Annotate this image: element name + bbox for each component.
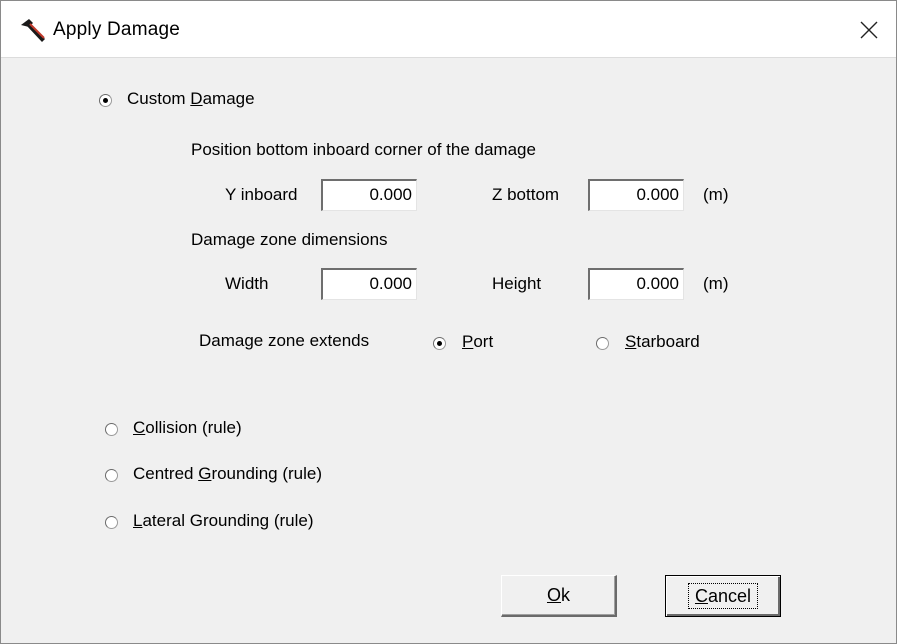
- z-bottom-unit: (m): [703, 185, 729, 204]
- window-title: Apply Damage: [53, 19, 181, 40]
- close-button[interactable]: [852, 13, 886, 47]
- ok-button[interactable]: Ok: [501, 575, 617, 617]
- lateral-grounding-label[interactable]: Lateral Grounding (rule): [133, 511, 314, 531]
- position-heading: Position bottom inboard corner of the da…: [191, 140, 536, 159]
- port-label[interactable]: Port: [462, 332, 493, 352]
- port-radio[interactable]: [433, 337, 446, 350]
- lateral-grounding-radio[interactable]: [105, 516, 118, 529]
- height-label: Height: [492, 274, 542, 293]
- starboard-label[interactable]: Starboard: [625, 332, 700, 352]
- y-inboard-label: Y inboard: [225, 185, 298, 204]
- height-unit: (m): [703, 274, 729, 293]
- cancel-button-label: Cancel: [687, 583, 759, 609]
- cancel-button[interactable]: Cancel: [665, 575, 781, 617]
- centred-grounding-radio[interactable]: [105, 469, 118, 482]
- extends-label: Damage zone extends: [199, 331, 370, 350]
- z-bottom-label: Z bottom: [492, 185, 560, 204]
- collision-radio[interactable]: [105, 423, 118, 436]
- width-label: Width: [225, 274, 269, 293]
- close-icon: [860, 21, 878, 39]
- z-bottom-input[interactable]: 0.000: [588, 179, 684, 211]
- starboard-radio[interactable]: [596, 337, 609, 350]
- ok-button-label: Ok: [546, 585, 570, 605]
- dimensions-heading: Damage zone dimensions: [191, 230, 388, 249]
- centred-grounding-label[interactable]: Centred Grounding (rule): [133, 464, 322, 484]
- apply-damage-dialog: Apply Damage Custom Damage Position bott…: [0, 0, 897, 644]
- height-input[interactable]: 0.000: [588, 268, 684, 300]
- y-inboard-input[interactable]: 0.000: [321, 179, 417, 211]
- title-bar: Apply Damage: [1, 1, 896, 58]
- collision-label[interactable]: Collision (rule): [133, 418, 242, 438]
- custom-damage-radio[interactable]: [99, 94, 112, 107]
- hammer-icon: [19, 17, 47, 43]
- custom-damage-label[interactable]: Custom Damage: [127, 89, 255, 109]
- width-input[interactable]: 0.000: [321, 268, 417, 300]
